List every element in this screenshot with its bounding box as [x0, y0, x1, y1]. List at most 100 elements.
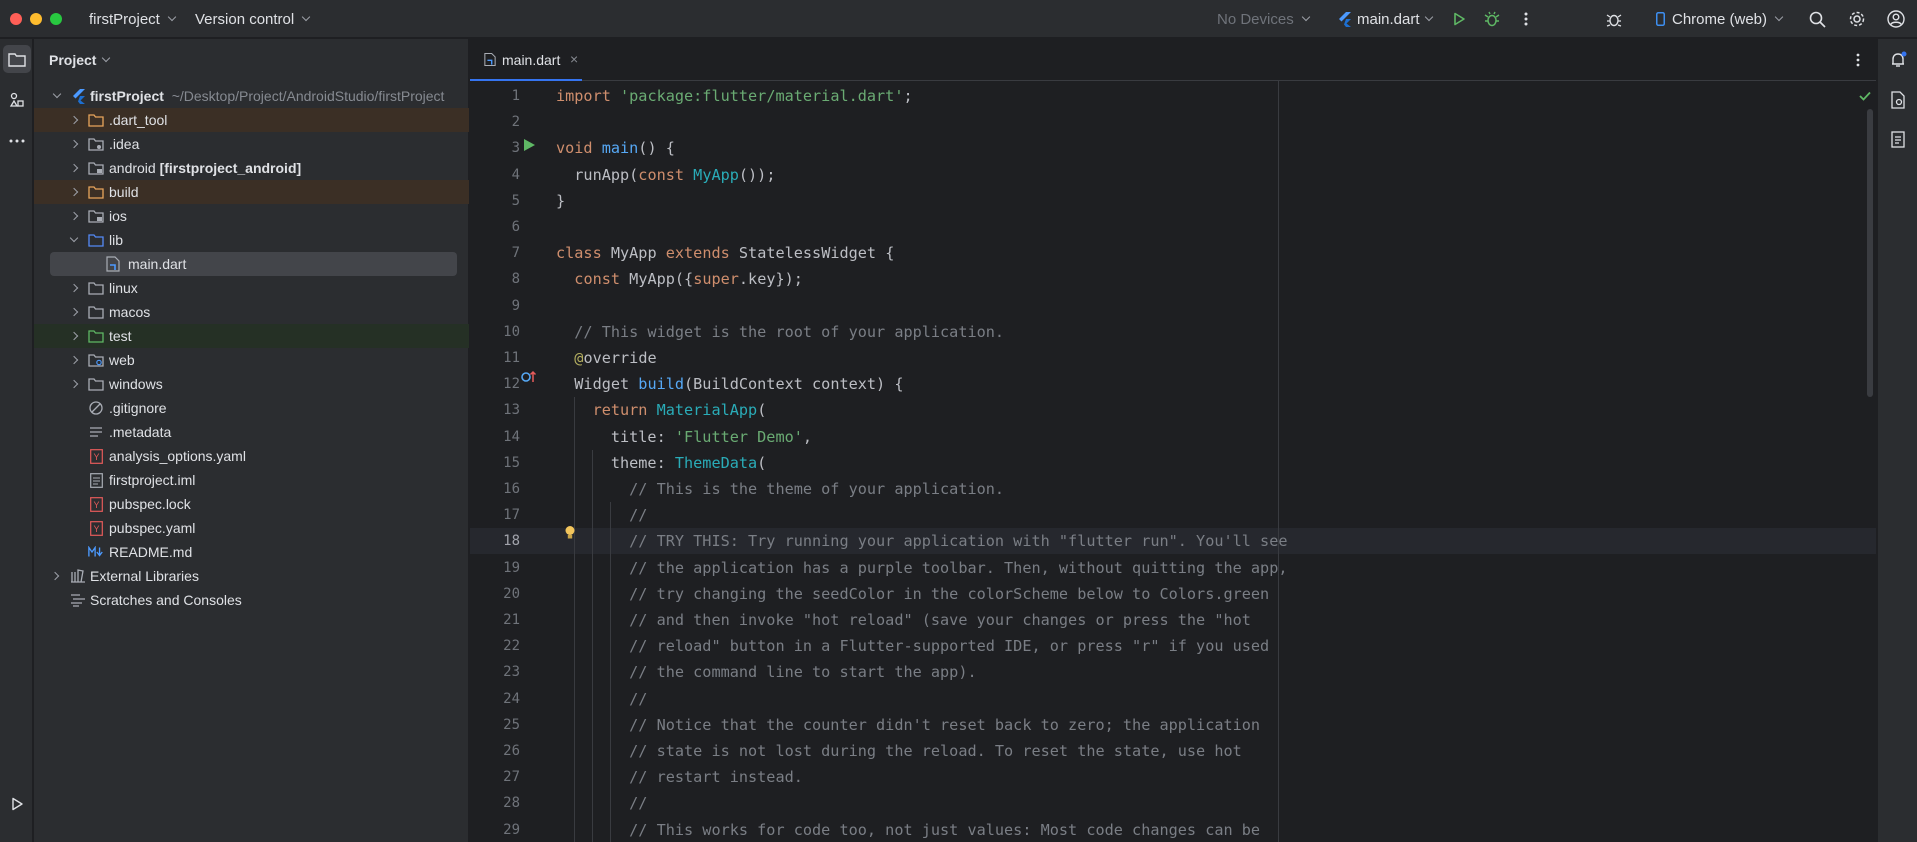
tree-item-linux[interactable]: linux — [34, 276, 469, 300]
tree-item-label: firstproject.iml — [109, 472, 196, 488]
tree-item-external-libraries[interactable]: External Libraries — [34, 564, 469, 588]
tree-item-idea[interactable]: .idea — [34, 132, 469, 156]
maximize-window-button[interactable] — [50, 13, 62, 25]
code-line[interactable]: // This is the theme of your application… — [556, 476, 1004, 502]
code-line[interactable]: // This widget is the root of your appli… — [556, 319, 1004, 345]
minimize-window-button[interactable] — [30, 13, 42, 25]
tree-item-android[interactable]: android [firstproject_android] — [34, 156, 469, 180]
tree-item-gitignore[interactable]: .gitignore — [34, 396, 469, 420]
code-line[interactable]: // restart instead. — [556, 764, 803, 790]
tree-item-lib[interactable]: lib — [34, 228, 469, 252]
root-project-name: firstProject — [90, 88, 164, 104]
code-line[interactable]: // the command line to start the app). — [556, 659, 976, 685]
code-line[interactable]: class MyApp extends StatelessWidget { — [556, 240, 894, 266]
tree-item-pubspec-yaml[interactable]: Y pubspec.yaml — [34, 516, 469, 540]
account-button[interactable] — [1886, 9, 1906, 29]
flutter-module-icon — [70, 88, 86, 104]
code-line[interactable]: Widget build(BuildContext context) { — [556, 371, 903, 397]
tree-item-metadata[interactable]: .metadata — [34, 420, 469, 444]
bell-icon — [1892, 51, 1907, 67]
project-switcher[interactable]: firstProject — [89, 0, 177, 38]
project-view-selector[interactable]: Project — [49, 52, 111, 68]
more-actions-button[interactable] — [1516, 9, 1536, 29]
code-token: ( — [757, 453, 767, 472]
line-number: 1 — [511, 88, 520, 104]
run-tool-button[interactable] — [3, 790, 31, 818]
right-margin-guide — [1278, 81, 1279, 842]
tab-main-dart[interactable]: main.dart × — [470, 39, 582, 81]
vcs-menu[interactable]: Version control — [195, 0, 311, 38]
notifications-button[interactable] — [1884, 46, 1912, 74]
tree-item-label: analysis_options.yaml — [109, 448, 246, 464]
debug-button[interactable] — [1482, 9, 1502, 29]
run-config-selector[interactable]: main.dart — [1338, 0, 1433, 38]
override-gutter-icon[interactable] — [521, 370, 537, 387]
tab-options-button[interactable] — [1856, 53, 1860, 70]
target-device-selector[interactable]: Chrome (web) — [1656, 0, 1784, 38]
tree-item-build[interactable]: build — [34, 180, 469, 204]
line-number: 16 — [503, 481, 520, 497]
line-number: 25 — [503, 716, 520, 733]
tree-item-windows[interactable]: windows — [34, 372, 469, 396]
code-line[interactable]: // This works for code too, not just val… — [556, 817, 1260, 842]
yaml-file-icon: Y — [88, 448, 104, 464]
tree-item-dart-tool[interactable]: .dart_tool — [34, 108, 469, 132]
lightbulb-icon[interactable] — [564, 525, 576, 543]
tree-item-analysis-options[interactable]: Y analysis_options.yaml — [34, 444, 469, 468]
code-line[interactable]: import 'package:flutter/material.dart'; — [556, 83, 913, 109]
tree-item-scratches[interactable]: Scratches and Consoles — [34, 588, 469, 612]
close-tab-icon[interactable]: × — [570, 51, 578, 67]
project-tool-button[interactable] — [3, 45, 31, 73]
tree-item-label: lib — [109, 232, 124, 248]
code-area[interactable]: import 'package:flutter/material.dart'; v… — [470, 81, 1876, 842]
code-line[interactable]: // the application has a purple toolbar.… — [556, 555, 1288, 581]
tree-item-readme[interactable]: README.md — [34, 540, 469, 564]
code-editor[interactable]: main.dart × import 'package:flutter/mate… — [470, 39, 1876, 842]
code-line[interactable]: // try changing the seedColor in the col… — [556, 581, 1269, 607]
tree-item-iml[interactable]: firstproject.iml — [34, 468, 469, 492]
collapse-arrow-icon — [50, 571, 60, 581]
tree-item-pubspec-lock[interactable]: Y pubspec.lock — [34, 492, 469, 516]
code-line[interactable]: // Notice that the counter didn't reset … — [556, 712, 1260, 738]
code-token: // This is the theme of your application… — [556, 480, 1005, 498]
library-icon — [70, 568, 86, 584]
root-project-path: ~/Desktop/Project/AndroidStudio/firstPro… — [171, 88, 445, 104]
line-number: 9 — [511, 297, 520, 314]
source-folder-icon — [88, 232, 104, 248]
tree-item-test[interactable]: test — [34, 324, 469, 348]
emulator-button[interactable] — [1884, 125, 1912, 153]
code-token: .key}); — [738, 270, 803, 289]
collapse-arrow-icon — [69, 187, 79, 197]
more-vertical-icon — [1856, 53, 1860, 67]
tree-item-ios[interactable]: ios — [34, 204, 469, 228]
code-token: // TRY THIS: Try running your applicatio… — [556, 532, 1288, 551]
tree-item-web[interactable]: web — [34, 348, 469, 372]
device-manager-button[interactable] — [1884, 86, 1912, 114]
vertical-scrollbar[interactable] — [1867, 109, 1873, 397]
close-window-button[interactable] — [10, 13, 22, 25]
more-tools-button[interactable] — [3, 127, 31, 155]
collapse-arrow-icon — [69, 163, 79, 173]
module-name: [firstproject_android] — [159, 160, 302, 176]
tree-item-main-dart[interactable]: main.dart — [50, 252, 457, 276]
search-button[interactable] — [1807, 9, 1827, 29]
code-line[interactable]: // reload" button in a Flutter-supported… — [556, 633, 1269, 659]
line-number: 18 — [503, 533, 520, 550]
code-line[interactable]: // TRY THIS: Try running your applicatio… — [556, 528, 1288, 554]
tree-item-macos[interactable]: macos — [34, 300, 469, 324]
flutter-inspector-button[interactable] — [1604, 9, 1624, 29]
run-button[interactable] — [1449, 9, 1469, 29]
code-line[interactable]: const MyApp({super.key}); — [556, 266, 803, 292]
code-line[interactable]: // state is not lost during the reload. … — [556, 738, 1242, 764]
code-token: // the application has a purple toolbar.… — [556, 558, 1288, 577]
run-gutter-icon[interactable] — [522, 138, 536, 155]
tree-root-firstproject[interactable]: firstProject ~/Desktop/Project/AndroidSt… — [34, 84, 469, 108]
settings-button[interactable] — [1847, 9, 1867, 29]
text-file-icon — [88, 424, 104, 440]
code-token: // Notice that the counter didn't reset … — [556, 715, 1261, 734]
structure-tool-button[interactable] — [3, 86, 31, 114]
line-number-gutter: 1 2 3 4 5 6 7 8 9 10 11 12 13 14 15 16 17 18 19 20 21 22 23 24 2… — [470, 81, 590, 842]
device-selector[interactable]: No Devices — [1217, 0, 1310, 38]
code-line[interactable]: title: 'Flutter Demo', — [556, 424, 812, 450]
code-line[interactable]: // and then invoke "hot reload" (save yo… — [556, 607, 1251, 633]
